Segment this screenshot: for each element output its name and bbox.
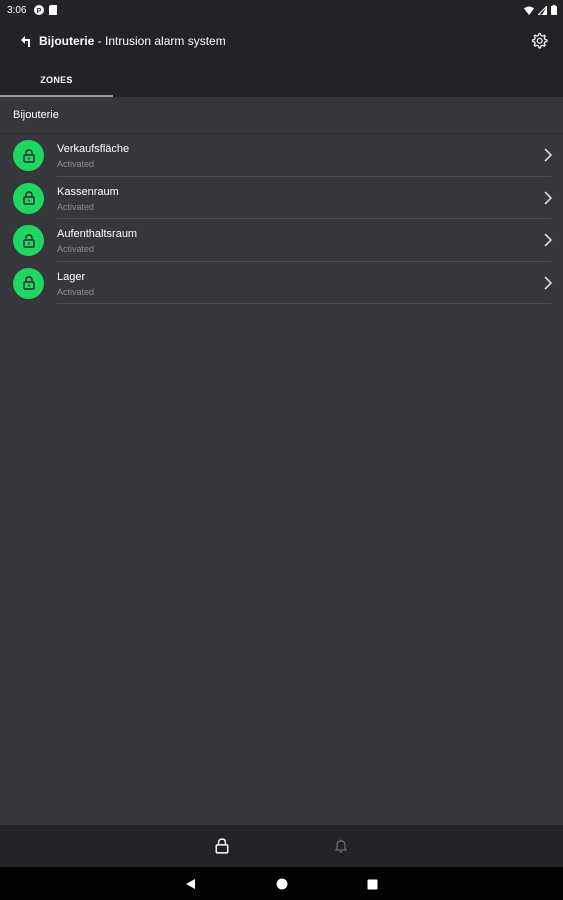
settings-button[interactable] bbox=[527, 29, 551, 53]
lock-icon bbox=[22, 276, 35, 290]
chevron-right-icon bbox=[544, 233, 553, 247]
svg-text:P: P bbox=[37, 8, 42, 15]
tab-bar: ZONES bbox=[0, 62, 563, 97]
list-item[interactable]: Verkaufsfläche Activated bbox=[0, 134, 563, 177]
lock-icon bbox=[215, 838, 229, 854]
back-arrow-icon bbox=[21, 36, 30, 47]
zone-name: Verkaufsfläche bbox=[57, 143, 130, 155]
status-bar: 3:06 P bbox=[0, 0, 563, 20]
bell-icon bbox=[334, 839, 348, 853]
section-title: Bijouterie bbox=[13, 109, 59, 121]
zone-status-circle bbox=[13, 267, 44, 299]
nav-zones-button[interactable] bbox=[212, 836, 232, 856]
zone-list: Verkaufsfläche Activated Kassenraum Acti… bbox=[0, 134, 563, 304]
zone-status-circle bbox=[13, 182, 44, 214]
notification-p-icon: P bbox=[34, 5, 45, 15]
back-triangle-icon bbox=[186, 879, 195, 889]
back-button[interactable] bbox=[13, 29, 37, 53]
list-item[interactable]: Aufenthaltsraum Activated bbox=[0, 219, 563, 262]
lock-icon bbox=[22, 233, 35, 248]
page-title-site: Bijouterie bbox=[39, 34, 95, 48]
zone-status: Activated bbox=[57, 286, 95, 297]
list-divider bbox=[57, 303, 551, 304]
home-circle-icon bbox=[276, 878, 288, 890]
list-item[interactable]: Lager Activated bbox=[0, 262, 563, 304]
zone-status-circle bbox=[13, 225, 44, 256]
section-header: Bijouterie bbox=[0, 97, 563, 134]
zone-status: Activated bbox=[57, 159, 95, 169]
lock-icon bbox=[22, 191, 35, 205]
lock-icon bbox=[22, 148, 35, 163]
status-time: 3:06 bbox=[7, 4, 27, 16]
signal-icon bbox=[538, 5, 547, 15]
app-bar: Bijouterie - Intrusion alarm system bbox=[0, 20, 563, 62]
system-recents-button[interactable] bbox=[365, 877, 379, 891]
gear-icon bbox=[531, 32, 548, 49]
zone-status-circle bbox=[13, 140, 44, 171]
recents-square-icon bbox=[367, 879, 377, 889]
zone-name: Kassenraum bbox=[57, 185, 119, 198]
zone-name: Lager bbox=[57, 270, 86, 283]
bottom-nav bbox=[0, 825, 563, 867]
tab-zones[interactable]: ZONES bbox=[0, 62, 113, 97]
system-home-button[interactable] bbox=[275, 877, 289, 891]
page-title: Bijouterie - Intrusion alarm system bbox=[39, 34, 226, 48]
zone-status: Activated bbox=[57, 201, 95, 212]
page-title-system: - Intrusion alarm system bbox=[94, 34, 226, 48]
system-back-button[interactable] bbox=[184, 877, 198, 891]
zone-name: Aufenthaltsraum bbox=[57, 228, 138, 240]
nav-notifications-button[interactable] bbox=[331, 836, 351, 856]
chevron-right-icon bbox=[544, 275, 553, 290]
battery-icon bbox=[551, 5, 557, 15]
sim-card-icon bbox=[49, 5, 58, 15]
wifi-icon bbox=[524, 6, 534, 15]
list-item[interactable]: Kassenraum Activated bbox=[0, 177, 563, 219]
chevron-right-icon bbox=[544, 148, 553, 162]
system-nav-bar bbox=[0, 867, 563, 900]
chevron-right-icon bbox=[544, 190, 553, 205]
zone-status: Activated bbox=[57, 244, 95, 254]
